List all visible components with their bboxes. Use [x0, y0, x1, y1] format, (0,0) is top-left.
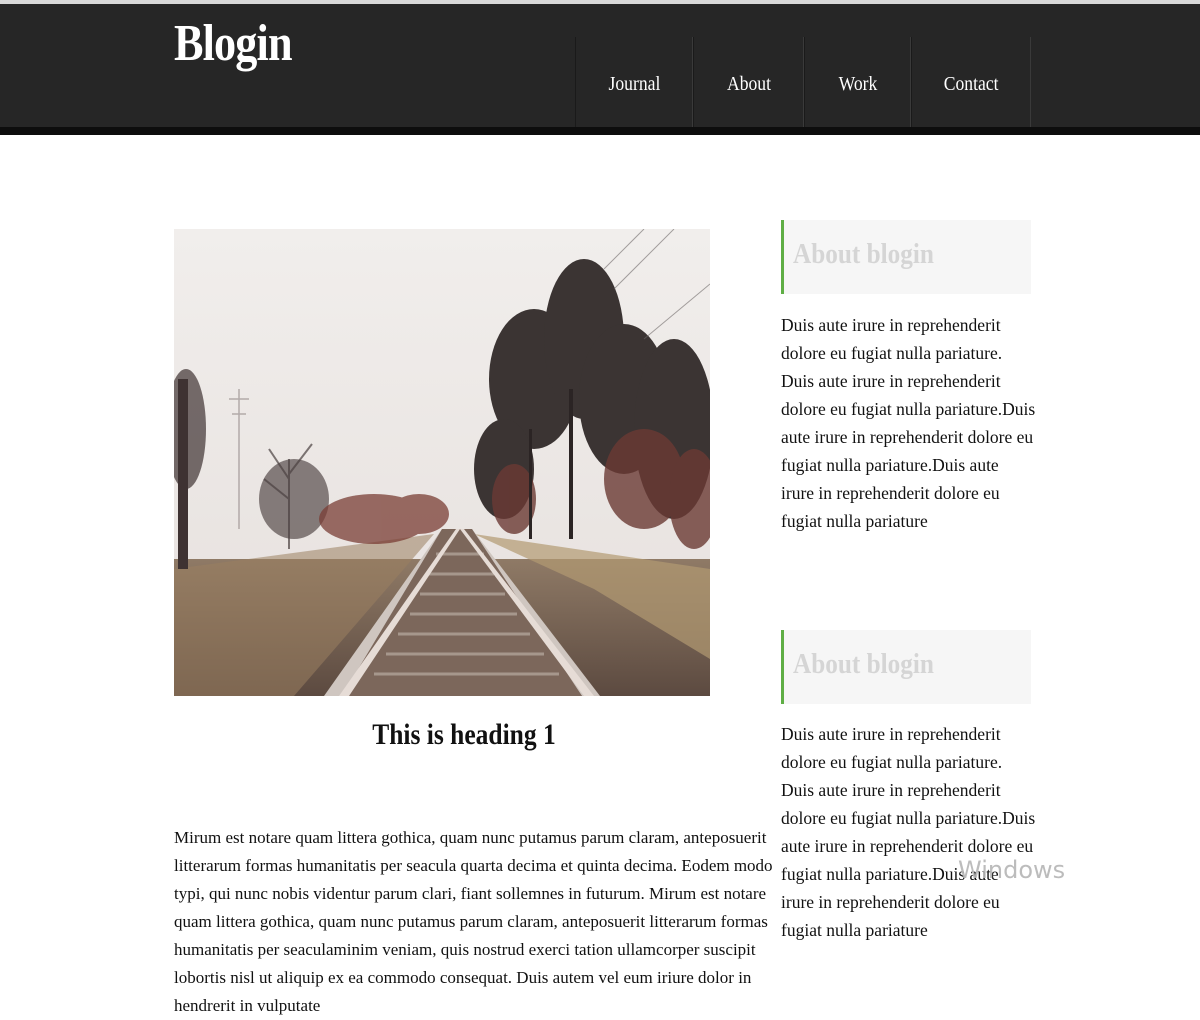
post-body: Mirum est notare quam littera gothica, q…: [174, 828, 773, 1015]
main-nav: Journal About Work Contact: [575, 37, 1031, 131]
site-header: Blogin Journal About Work Contact: [0, 4, 1200, 131]
nav-work-label: Work: [838, 72, 877, 95]
sidebar-widget-2-header: About blogin: [781, 630, 1031, 704]
header-border: [0, 127, 1200, 135]
nav-about[interactable]: About: [693, 37, 804, 131]
nav-about-label: About: [726, 72, 771, 95]
sidebar-widget-2-title: About blogin: [793, 648, 934, 680]
sidebar-widget-2-text: Duis aute irure in reprehenderit dolore …: [781, 724, 1036, 940]
sidebar-widget-1-title: About blogin: [793, 238, 934, 270]
sidebar-widget-1-header: About blogin: [781, 220, 1031, 294]
post-heading-text: This is heading 1: [372, 718, 556, 751]
nav-contact[interactable]: Contact: [911, 37, 1031, 131]
post-heading: This is heading 1: [174, 718, 754, 752]
nav-contact-label: Contact: [943, 72, 999, 95]
railway-track-photo: [174, 229, 710, 696]
nav-journal[interactable]: Journal: [575, 37, 693, 131]
nav-journal-label: Journal: [608, 72, 660, 95]
nav-work[interactable]: Work: [804, 37, 911, 131]
site-logo[interactable]: Blogin: [174, 14, 293, 74]
sidebar-widget-1-text: Duis aute irure in reprehenderit dolore …: [781, 315, 1036, 531]
post-image[interactable]: [174, 229, 710, 696]
